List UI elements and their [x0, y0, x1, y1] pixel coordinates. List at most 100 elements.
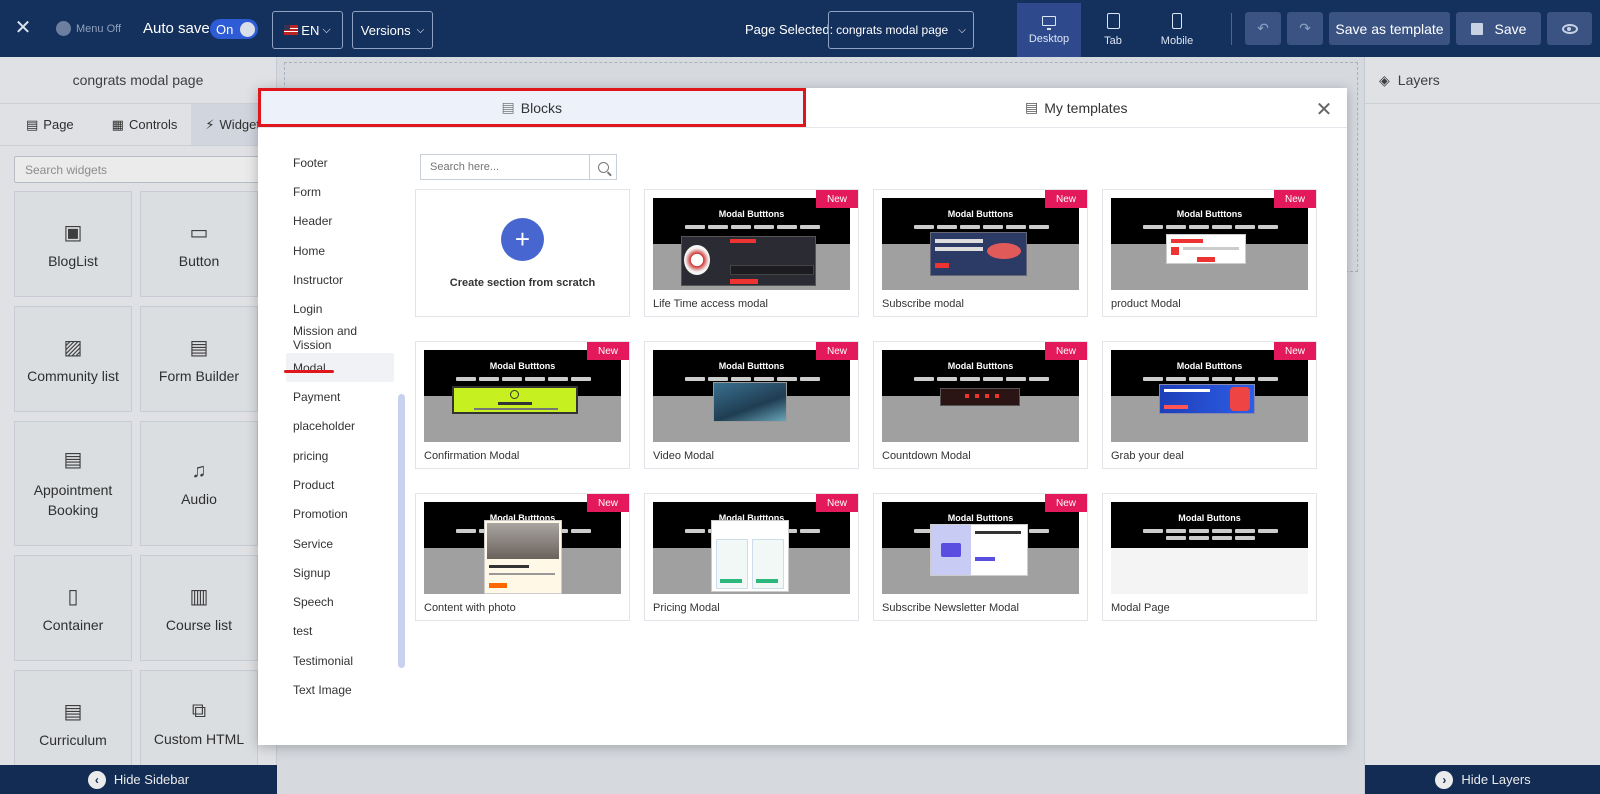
template-label: product Modal	[1111, 298, 1181, 310]
create-from-scratch-card[interactable]: + Create section from scratch	[415, 189, 630, 317]
template-card[interactable]: Modal Butttons New Life Time access moda…	[644, 189, 859, 317]
chevron-down-icon: ⌵	[416, 24, 425, 36]
save-button[interactable]: Save	[1456, 12, 1541, 45]
template-card[interactable]: Modal Butttons New Pricing Modal	[644, 493, 859, 621]
template-search-input[interactable]	[421, 155, 589, 179]
category-item[interactable]: Signup	[286, 558, 394, 587]
category-item[interactable]: Login	[286, 294, 394, 323]
template-card[interactable]: Modal Butttons New product Modal	[1102, 189, 1317, 317]
device-desktop-button[interactable]: Desktop	[1017, 3, 1081, 57]
category-item[interactable]: Speech	[286, 587, 394, 616]
template-card[interactable]: Modal Butttons New Subscribe modal	[873, 189, 1088, 317]
template-card[interactable]: Modal Butttons New Confirmation Modal	[415, 341, 630, 469]
new-badge: New	[816, 494, 858, 512]
template-thumbnail: Modal Butttons	[882, 350, 1079, 442]
category-item[interactable]: placeholder	[286, 412, 394, 441]
new-badge: New	[816, 342, 858, 360]
template-card[interactable]: Modal Butttons New Subscribe Newsletter …	[873, 493, 1088, 621]
divider	[1231, 13, 1232, 45]
category-item[interactable]: Text Image	[286, 675, 394, 704]
tab-blocks-label: Blocks	[520, 99, 562, 116]
template-card[interactable]: Modal Butttons New Video Modal	[644, 341, 859, 469]
category-item[interactable]: Testimonial	[286, 646, 394, 675]
template-card[interactable]: Modal Buttons Modal Page	[1102, 493, 1317, 621]
close-modal-button[interactable]: ✕	[1313, 98, 1335, 121]
blocks-modal: ▤ Blocks ▤ My templates ✕ Footer Form He…	[258, 88, 1347, 745]
new-badge: New	[1274, 342, 1316, 360]
new-badge: New	[587, 494, 629, 512]
template-card[interactable]: Modal Butttons New Countdown Modal	[873, 341, 1088, 469]
template-label: Countdown Modal	[882, 450, 971, 462]
template-search	[420, 154, 617, 180]
autosave-toggle[interactable]: On	[210, 19, 258, 39]
search-button[interactable]	[589, 155, 616, 179]
thumb-title: Modal Butttons	[947, 361, 1014, 371]
device-tab-label: Tab	[1104, 35, 1122, 47]
category-item[interactable]: Payment	[286, 382, 394, 411]
versions-button[interactable]: Versions ⌵	[352, 11, 433, 49]
template-label: Confirmation Modal	[424, 450, 520, 462]
menu-toggle[interactable]: Menu Off	[56, 21, 121, 36]
template-card[interactable]: Modal Butttons New Content with photo	[415, 493, 630, 621]
versions-label: Versions	[360, 22, 411, 38]
language-value: EN	[301, 22, 320, 38]
category-item[interactable]: Instructor	[286, 265, 394, 294]
page-select[interactable]: congrats modal page ⌵	[828, 11, 974, 49]
template-thumbnail: Modal Butttons	[653, 198, 850, 290]
category-item[interactable]: test	[286, 617, 394, 646]
tab-my-templates-label: My templates	[1044, 99, 1128, 116]
category-item-selected[interactable]: Modal	[286, 353, 394, 383]
menu-toggle-label: Menu Off	[76, 22, 122, 35]
page-selected-value: congrats modal page	[836, 23, 949, 37]
template-thumbnail: Modal Butttons	[653, 350, 850, 442]
category-item[interactable]: Form	[286, 177, 394, 206]
template-label: Subscribe modal	[882, 298, 964, 310]
category-item[interactable]: Promotion	[286, 500, 394, 529]
category-item[interactable]: Mission and Vission	[286, 324, 394, 353]
modal-tabs: ▤ Blocks ▤ My templates ✕	[258, 88, 1347, 128]
device-tab-button[interactable]: Tab	[1081, 3, 1145, 57]
device-mobile-button[interactable]: Mobile	[1145, 3, 1209, 57]
template-label: Life Time access modal	[653, 298, 768, 310]
category-item[interactable]: Product	[286, 470, 394, 499]
category-item[interactable]: Service	[286, 529, 394, 558]
thumb-title: Modal Butttons	[1176, 361, 1243, 371]
template-card[interactable]: Modal Butttons New Grab your deal	[1102, 341, 1317, 469]
close-editor-button[interactable]: ✕	[12, 16, 34, 39]
thumb-title: Modal Butttons	[489, 361, 556, 371]
category-item[interactable]: pricing	[286, 441, 394, 470]
autosave-knob	[240, 22, 255, 37]
menu-toggle-knob	[56, 21, 71, 36]
template-thumbnail: Modal Butttons	[653, 502, 850, 594]
template-label: Subscribe Newsletter Modal	[882, 602, 1019, 614]
thumb-title: Modal Butttons	[718, 361, 785, 371]
eye-icon	[1561, 23, 1578, 34]
category-item[interactable]: Header	[286, 207, 394, 236]
thumb-title: Modal Buttons	[1178, 513, 1241, 523]
new-badge: New	[1045, 190, 1087, 208]
selected-category-underline	[284, 370, 334, 373]
new-badge: New	[816, 190, 858, 208]
template-thumbnail: Modal Butttons	[424, 502, 621, 594]
category-list: Footer Form Header Home Instructor Login…	[286, 148, 394, 705]
template-thumbnail: Modal Butttons	[1111, 198, 1308, 290]
template-thumbnail: Modal Butttons	[882, 198, 1079, 290]
chevron-down-icon: ⌵	[958, 24, 966, 36]
category-scrollbar[interactable]	[398, 394, 405, 668]
tab-blocks[interactable]: ▤ Blocks	[258, 88, 806, 127]
preview-button[interactable]	[1547, 12, 1592, 45]
category-item[interactable]: Footer	[286, 148, 394, 177]
tab-my-templates[interactable]: ▤ My templates	[806, 88, 1348, 127]
autosave-state: On	[216, 21, 234, 37]
thumb-title: Modal Butttons	[947, 209, 1014, 219]
new-badge: New	[1045, 342, 1087, 360]
category-item[interactable]: Home	[286, 236, 394, 265]
language-select[interactable]: EN ⌵	[272, 11, 343, 49]
undo-button[interactable]: ↶	[1245, 12, 1281, 45]
desktop-icon	[1042, 15, 1056, 30]
plus-icon: +	[501, 217, 544, 261]
thumb-title: Modal Butttons	[1176, 209, 1243, 219]
template-label: Content with photo	[424, 602, 516, 614]
save-as-template-button[interactable]: Save as template	[1329, 12, 1450, 45]
redo-button[interactable]: ↷	[1287, 12, 1323, 45]
